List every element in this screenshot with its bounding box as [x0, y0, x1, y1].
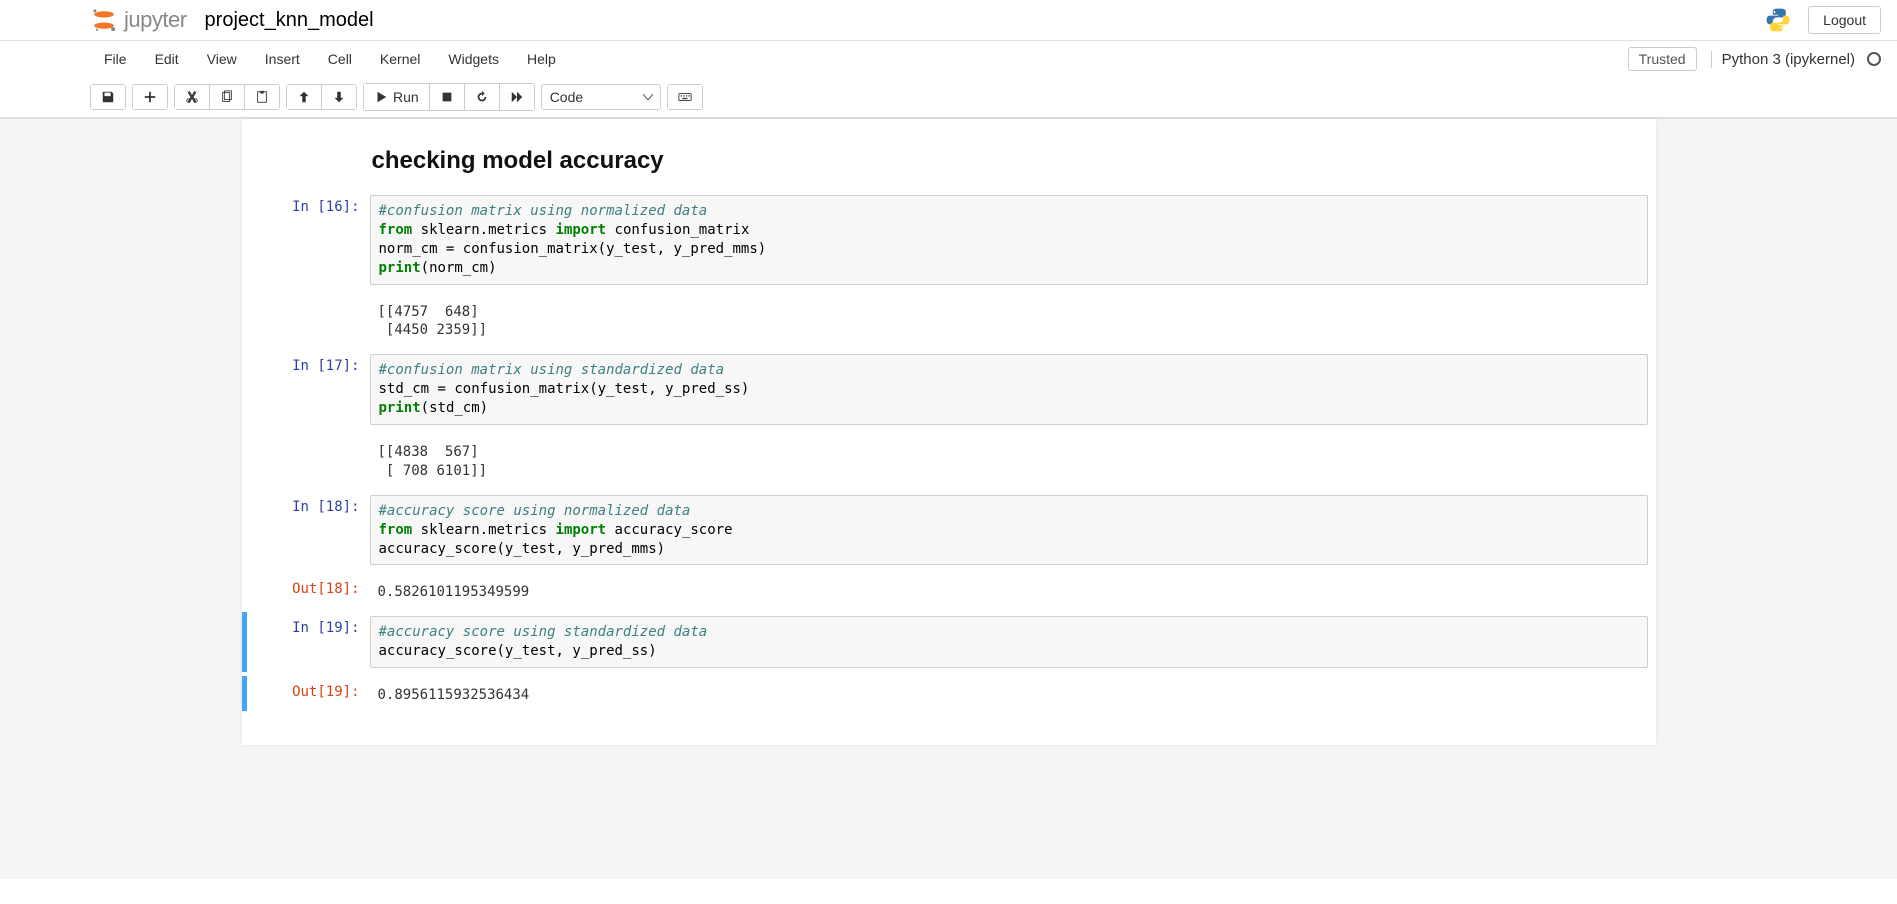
notebook: checking model accuracy In [16]: #confus… [242, 119, 1656, 745]
restart-icon [475, 90, 489, 104]
keyboard-icon [678, 90, 692, 104]
code-cell-17[interactable]: In [17]: #confusion matrix using standar… [242, 350, 1656, 429]
menu-widgets[interactable]: Widgets [434, 43, 513, 75]
menu-help[interactable]: Help [513, 43, 570, 75]
menu-insert[interactable]: Insert [251, 43, 314, 75]
output-text: 0.8956115932536434 [370, 680, 1648, 707]
header: jupyter project_knn_model Logout [0, 0, 1897, 41]
menubar: File Edit View Insert Cell Kernel Widget… [0, 41, 1897, 77]
toolbar: Run Code [0, 77, 1897, 118]
kernel-status-icon[interactable] [1867, 52, 1881, 66]
logout-button[interactable]: Logout [1808, 6, 1881, 34]
cell-type-select[interactable]: Code [541, 84, 661, 110]
input-prompt: In [16]: [250, 195, 370, 285]
insert-cell-button[interactable] [133, 85, 167, 109]
command-palette-button[interactable] [668, 85, 702, 109]
trusted-indicator[interactable]: Trusted [1628, 47, 1697, 71]
save-icon [101, 90, 115, 104]
paste-button[interactable] [245, 85, 279, 109]
copy-button[interactable] [210, 85, 245, 109]
code-input[interactable]: #confusion matrix using standardized dat… [370, 354, 1648, 425]
paste-icon [255, 90, 269, 104]
output-cell-17: [[4838 567] [ 708 6101]] [242, 433, 1656, 487]
output-cell-19: Out[19]: 0.8956115932536434 [242, 676, 1656, 711]
arrow-up-icon [297, 90, 311, 104]
jupyter-logo[interactable]: jupyter [90, 6, 187, 34]
code-input[interactable]: #confusion matrix using normalized data … [370, 195, 1648, 285]
output-cell-16: [[4757 648] [4450 2359]] [242, 293, 1656, 347]
plus-icon [143, 90, 157, 104]
copy-icon [220, 90, 234, 104]
stop-icon [440, 90, 454, 104]
markdown-cell[interactable]: checking model accuracy [242, 139, 1656, 187]
restart-run-all-button[interactable] [500, 84, 534, 110]
menu-cell[interactable]: Cell [314, 43, 366, 75]
input-prompt: In [18]: [250, 495, 370, 566]
run-button[interactable]: Run [364, 84, 430, 110]
heading: checking model accuracy [372, 147, 1640, 175]
jupyter-icon [90, 6, 118, 34]
move-down-button[interactable] [322, 85, 356, 109]
menu-view[interactable]: View [193, 43, 251, 75]
move-up-button[interactable] [287, 85, 322, 109]
interrupt-button[interactable] [430, 84, 465, 110]
fast-forward-icon [510, 90, 524, 104]
python-icon [1764, 6, 1792, 34]
logo-text: jupyter [124, 7, 187, 33]
output-text: [[4757 648] [4450 2359]] [370, 297, 1648, 343]
code-cell-18[interactable]: In [18]: #accuracy score using normalize… [242, 491, 1656, 570]
input-prompt: In [17]: [250, 354, 370, 425]
cut-button[interactable] [175, 85, 210, 109]
notebook-name[interactable]: project_knn_model [205, 9, 374, 32]
notebook-container: checking model accuracy In [16]: #confus… [0, 119, 1897, 879]
scissors-icon [185, 90, 199, 104]
code-cell-16[interactable]: In [16]: #confusion matrix using normali… [242, 191, 1656, 289]
arrow-down-icon [332, 90, 346, 104]
output-cell-18: Out[18]: 0.5826101195349599 [242, 573, 1656, 608]
play-icon [374, 90, 388, 104]
menubar-container: File Edit View Insert Cell Kernel Widget… [0, 41, 1897, 119]
code-cell-19[interactable]: In [19]: #accuracy score using standardi… [242, 612, 1656, 672]
code-input[interactable]: #accuracy score using normalized data fr… [370, 495, 1648, 566]
menu-kernel[interactable]: Kernel [366, 43, 434, 75]
output-prompt: Out[18]: [250, 577, 370, 604]
output-text: 0.5826101195349599 [370, 577, 1648, 604]
kernel-name[interactable]: Python 3 (ipykernel) [1711, 51, 1863, 68]
output-prompt [250, 297, 370, 343]
output-prompt: Out[19]: [250, 680, 370, 707]
save-button[interactable] [91, 85, 125, 109]
output-text: [[4838 567] [ 708 6101]] [370, 437, 1648, 483]
restart-button[interactable] [465, 84, 500, 110]
input-prompt: In [19]: [250, 616, 370, 668]
code-input[interactable]: #accuracy score using standardized data … [370, 616, 1648, 668]
menu-file[interactable]: File [90, 43, 141, 75]
output-prompt [250, 437, 370, 483]
menu-edit[interactable]: Edit [141, 43, 193, 75]
run-label: Run [393, 89, 419, 105]
